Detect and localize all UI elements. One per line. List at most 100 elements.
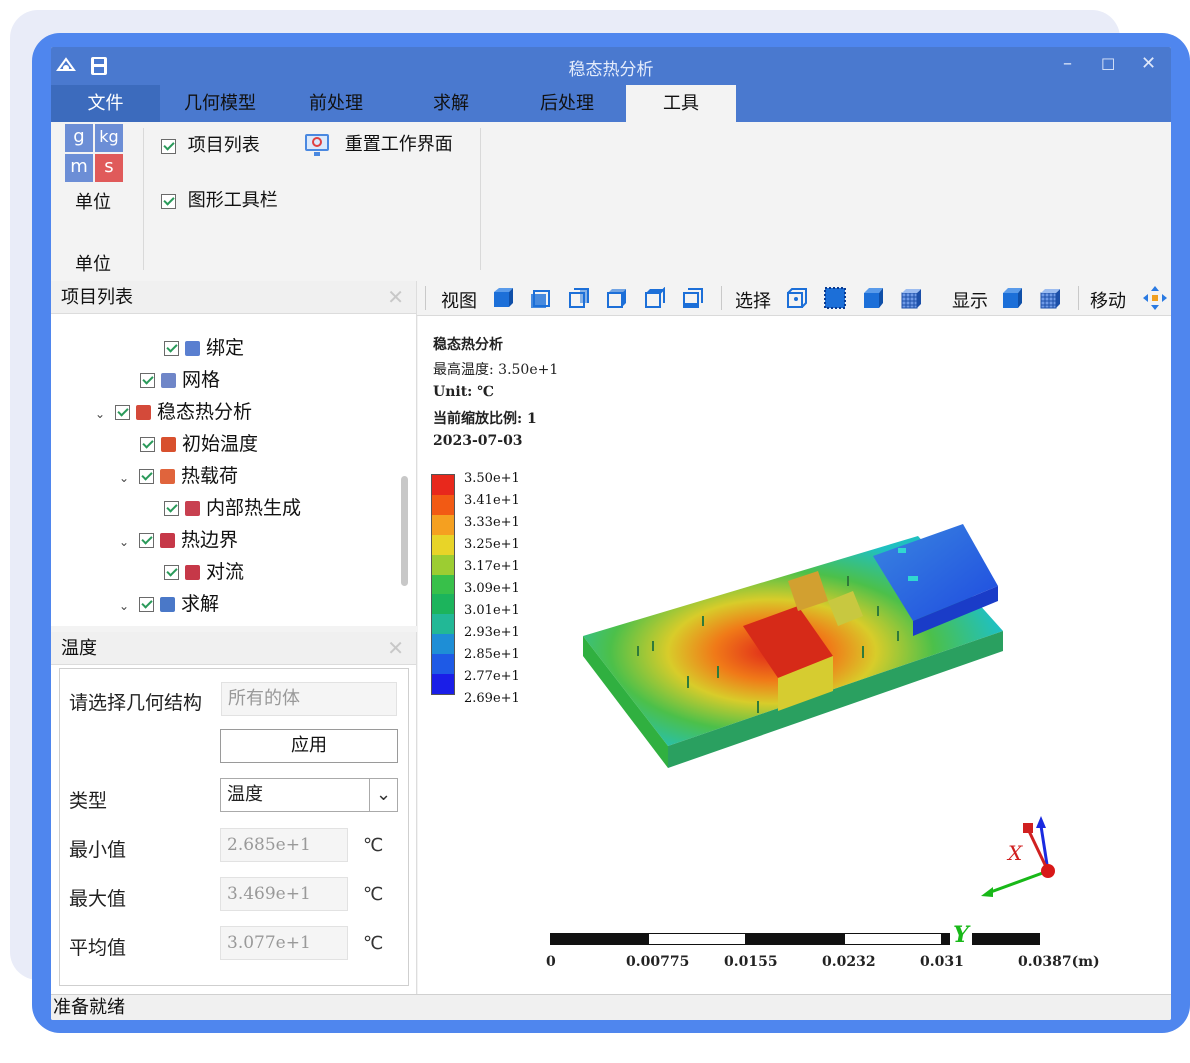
- chevron-down-icon[interactable]: ⌄: [369, 779, 397, 811]
- minimize-icon[interactable]: –: [1063, 53, 1072, 74]
- view-left-icon[interactable]: [606, 287, 628, 309]
- colorbar-label: 2.69e+1: [464, 691, 520, 706]
- checkbox-icon[interactable]: [115, 405, 130, 420]
- status-bar: 准备就绪: [51, 994, 1171, 1020]
- tab-geometry[interactable]: 几何模型: [160, 85, 280, 122]
- properties-panel: 温度 ✕ 请选择几何结构 所有的体 应用 类型 温度 ⌄ 最小值 2.685e+…: [51, 632, 417, 994]
- tab-postprocess[interactable]: 后处理: [510, 85, 624, 122]
- select-point-icon[interactable]: [786, 287, 808, 309]
- type-select-value: 温度: [227, 784, 263, 805]
- max-unit: ℃: [363, 884, 384, 905]
- scale-tick-label: 0.00775: [626, 954, 690, 970]
- project-list-toggle[interactable]: 项目列表: [161, 131, 260, 157]
- tree-item-convection[interactable]: 对流: [164, 559, 244, 585]
- colorbar-label: 2.85e+1: [464, 647, 520, 662]
- unit-s: s: [95, 154, 123, 182]
- tab-tools[interactable]: 工具: [626, 85, 736, 122]
- checkbox-icon[interactable]: [139, 469, 154, 484]
- geometry-field[interactable]: 所有的体: [221, 682, 397, 716]
- tree-scrollbar[interactable]: [401, 476, 408, 586]
- colorbar-label: 3.17e+1: [464, 559, 520, 574]
- axis-x-label: X: [1008, 841, 1023, 865]
- panel-close-icon[interactable]: ✕: [387, 281, 404, 314]
- view-back-icon[interactable]: [568, 287, 590, 309]
- graphics-toolbar-toggle[interactable]: 图形工具栏: [161, 186, 278, 212]
- scale-ticks: 0 0.00775 0.0155 0.0232 0.031 0.0387(m): [546, 954, 1106, 974]
- tree-item-internal-heat[interactable]: 内部热生成: [164, 495, 301, 521]
- project-panel-header: 项目列表 ✕: [51, 281, 416, 314]
- tree-item-thermal-load[interactable]: ⌄ 热载荷: [119, 463, 238, 489]
- avg-unit: ℃: [363, 933, 384, 954]
- view-front-icon[interactable]: [530, 287, 552, 309]
- tree-item-initial-temp[interactable]: 初始温度: [140, 431, 258, 457]
- chevron-down-icon[interactable]: ⌄: [119, 593, 139, 619]
- checkbox-icon[interactable]: [140, 437, 155, 452]
- chevron-down-icon[interactable]: ⌄: [95, 401, 115, 427]
- colorbar-segment: [432, 494, 454, 516]
- checkbox-icon[interactable]: [164, 501, 179, 516]
- min-unit: ℃: [363, 835, 384, 856]
- colorbar-label: 3.01e+1: [464, 603, 520, 618]
- view-bottom-icon[interactable]: [682, 287, 704, 309]
- display-mesh-icon[interactable]: [1039, 287, 1061, 309]
- tree-item-solve[interactable]: ⌄ 求解: [119, 591, 219, 617]
- tab-file[interactable]: 文件: [51, 85, 160, 122]
- select-body-icon[interactable]: [900, 287, 922, 309]
- move-arrows-icon[interactable]: [1142, 285, 1168, 311]
- select-edge-icon[interactable]: [824, 287, 846, 309]
- mesh-icon: [161, 373, 176, 388]
- display-solid-icon[interactable]: [1001, 287, 1023, 309]
- display-label: 显示: [952, 291, 988, 312]
- project-panel: 项目列表 ✕ 绑定 网格 ⌄ 稳态热分析 初始温度 ⌄ 热载荷 内部热生成 ⌄ 热边界…: [51, 281, 417, 626]
- select-face-icon[interactable]: [862, 287, 884, 309]
- units-button[interactable]: g kg m s: [65, 124, 123, 182]
- avg-label: 平均值: [69, 937, 127, 959]
- checkbox-icon[interactable]: [139, 597, 154, 612]
- type-select[interactable]: 温度 ⌄: [220, 778, 398, 812]
- colorbar-segment: [432, 574, 454, 595]
- tree-item-label: 热边界: [181, 529, 239, 551]
- tree-item-thermal-boundary[interactable]: ⌄ 热边界: [119, 527, 238, 553]
- select-geometry-label: 请选择几何结构: [69, 692, 203, 714]
- tree-item-binding[interactable]: 绑定: [164, 335, 244, 361]
- colorbar-segment: [432, 534, 454, 556]
- close-icon[interactable]: ✕: [1141, 53, 1156, 74]
- colorbar-segment: [432, 475, 454, 496]
- move-label: 移动: [1090, 291, 1126, 312]
- graphics-toolbar: 视图 选择 显示 移动: [417, 280, 1171, 316]
- type-label: 类型: [69, 790, 108, 812]
- scale-tick-label: 0.0232: [822, 954, 876, 970]
- colorbar-label: 3.50e+1: [464, 471, 520, 486]
- view-label: 视图: [441, 291, 477, 312]
- viewport-info-scale: 当前缩放比例: 1: [433, 411, 537, 427]
- initial-temperature-icon: [161, 437, 176, 452]
- reset-ui-button[interactable]: 重置工作界面: [303, 130, 453, 158]
- tab-solve[interactable]: 求解: [392, 85, 510, 122]
- colorbar-segment: [432, 514, 454, 536]
- colorbar-label: 3.41e+1: [464, 493, 520, 508]
- view-iso-icon[interactable]: [492, 287, 514, 309]
- app-window: 稳态热分析 – ☐ ✕ 文件 几何模型 前处理 求解 后处理 工具 g kg m…: [51, 47, 1171, 1020]
- apply-button[interactable]: 应用: [220, 729, 398, 763]
- scale-tick-label: 0.031: [920, 954, 964, 970]
- tree-item-steady-thermal[interactable]: ⌄ 稳态热分析: [95, 399, 252, 425]
- chevron-down-icon[interactable]: ⌄: [119, 529, 139, 555]
- view-top-icon[interactable]: [644, 287, 666, 309]
- analysis-icon: [136, 405, 151, 420]
- colorbar-label: 2.93e+1: [464, 625, 520, 640]
- checkbox-icon[interactable]: [164, 341, 179, 356]
- chevron-down-icon[interactable]: ⌄: [119, 465, 139, 491]
- checkbox-icon[interactable]: [164, 565, 179, 580]
- viewport[interactable]: 稳态热分析 最高温度: 3.50e+1 Unit: ℃ 当前缩放比例: 1 20…: [418, 316, 1171, 994]
- tab-preprocess[interactable]: 前处理: [280, 85, 392, 122]
- checkbox-icon[interactable]: [140, 373, 155, 388]
- checkbox-icon[interactable]: [139, 533, 154, 548]
- colorbar-label: 3.09e+1: [464, 581, 520, 596]
- scale-bar: Y: [550, 924, 1040, 947]
- ribbon: g kg m s 单位 单位 项目列表 图形工具栏 重置工作界面: [51, 122, 1171, 282]
- maximize-icon[interactable]: ☐: [1101, 55, 1115, 74]
- tree-item-mesh[interactable]: 网格: [140, 367, 220, 393]
- checkbox-icon[interactable]: [161, 193, 176, 209]
- checkbox-icon[interactable]: [161, 138, 176, 154]
- panel-close-icon[interactable]: ✕: [387, 632, 404, 665]
